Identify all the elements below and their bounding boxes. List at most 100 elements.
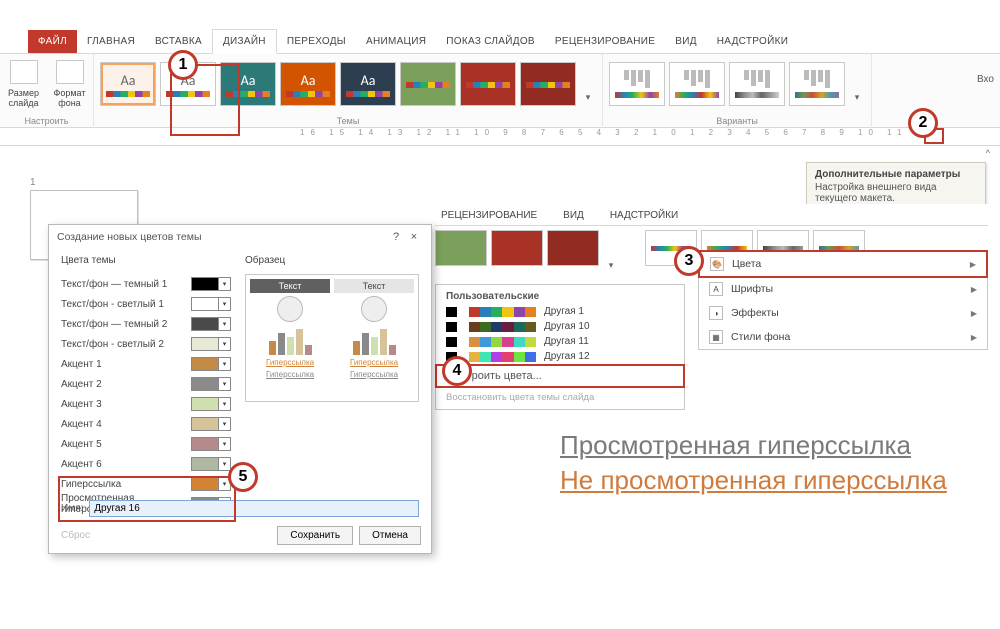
tab-slideshow[interactable]: ПОКАЗ СЛАЙДОВ — [436, 30, 545, 53]
sample-caption: Текст — [334, 279, 414, 293]
subtab-view[interactable]: ВИД — [557, 206, 590, 225]
theme-thumbnail[interactable] — [460, 62, 516, 106]
color-dropdown-button[interactable]: ▾ — [219, 337, 231, 351]
dialog-help-button[interactable]: ? — [387, 231, 405, 243]
theme-colors-label: Цвета темы — [61, 255, 231, 266]
color-dropdown-button[interactable]: ▾ — [219, 437, 231, 451]
custom-color-label: Другая 10 — [544, 321, 590, 332]
customize-colors-item[interactable]: Настроить цвета... — [435, 364, 685, 388]
color-picker-row: Акцент 4▾ — [61, 414, 231, 434]
theme-thumbnail[interactable] — [520, 62, 576, 106]
sample-preview: ТекстГиперссылкаГиперссылка ТекстГиперсс… — [245, 274, 419, 402]
color-row-label: Акцент 2 — [61, 379, 102, 390]
menu-fonts-label: Шрифты — [731, 283, 773, 295]
color-row-label: Текст/фон — темный 1 — [61, 279, 167, 290]
color-picker-row: Текст/фон - светлый 1▾ — [61, 294, 231, 314]
subtab-review[interactable]: РЕЦЕНЗИРОВАНИЕ — [435, 206, 543, 225]
variant-thumbnail[interactable] — [789, 62, 845, 106]
callout-frame-5 — [58, 476, 236, 522]
format-bg-button[interactable]: Формат фона — [49, 58, 91, 110]
reset-button[interactable]: Сброс — [61, 530, 90, 541]
callout-badge-3: 3 — [674, 246, 704, 276]
tab-transitions[interactable]: ПЕРЕХОДЫ — [277, 30, 356, 53]
tab-animations[interactable]: АНИМАЦИЯ — [356, 30, 436, 53]
color-swatch[interactable] — [191, 337, 219, 351]
tab-file[interactable]: ФАЙЛ — [28, 30, 77, 53]
sample-label: Образец — [245, 255, 419, 266]
variants-gallery[interactable]: ▾ — [609, 58, 865, 106]
color-dropdown-button[interactable]: ▾ — [219, 277, 231, 291]
tab-design[interactable]: ДИЗАЙН — [212, 29, 277, 54]
slide-size-label: Размер слайда — [8, 88, 39, 108]
colors-submenu-header: Пользовательские — [436, 285, 684, 304]
menu-bg-styles-label: Стили фона — [731, 331, 790, 343]
chevron-right-icon: ▶ — [971, 309, 977, 318]
cancel-button[interactable]: Отмена — [359, 526, 421, 545]
variant-thumbnail[interactable] — [729, 62, 785, 106]
tab-review[interactable]: РЕЦЕНЗИРОВАНИЕ — [545, 30, 665, 53]
menu-colors[interactable]: 🎨Цвета▶ — [698, 250, 988, 278]
secondary-ribbon: РЕЦЕНЗИРОВАНИЕ ВИД НАДСТРОЙКИ ▾ ▾ 🎨Цвета… — [435, 204, 988, 274]
color-swatch[interactable] — [191, 417, 219, 431]
color-dropdown-button[interactable]: ▾ — [219, 357, 231, 371]
color-dropdown-button[interactable]: ▾ — [219, 317, 231, 331]
theme-thumbnail[interactable]: Aa — [100, 62, 156, 106]
tab-home[interactable]: ГЛАВНАЯ — [77, 30, 145, 53]
color-swatch[interactable] — [191, 377, 219, 391]
color-dropdown-button[interactable]: ▾ — [219, 297, 231, 311]
tooltip-body: Настройка внешнего вида текущего макета. — [815, 182, 937, 204]
color-row-label: Акцент 3 — [61, 399, 102, 410]
callout-badge-1: 1 — [168, 50, 198, 80]
color-picker-row: Акцент 3 ▾ — [61, 394, 231, 414]
secondary-tabs: РЕЦЕНЗИРОВАНИЕ ВИД НАДСТРОЙКИ — [435, 204, 988, 226]
color-swatch[interactable] — [191, 397, 219, 411]
tab-addins[interactable]: НАДСТРОЙКИ — [707, 30, 798, 53]
variant-thumbnail[interactable] — [609, 62, 665, 106]
tab-view[interactable]: ВИД — [665, 30, 707, 53]
color-swatch[interactable] — [191, 317, 219, 331]
theme-thumbnail[interactable] — [547, 230, 599, 266]
slide-number: 1 — [30, 177, 36, 188]
save-button[interactable]: Сохранить — [277, 526, 353, 545]
subtab-addins[interactable]: НАДСТРОЙКИ — [604, 206, 684, 225]
color-swatch[interactable] — [191, 297, 219, 311]
account-label: Вхо — [977, 74, 994, 85]
slide-size-button[interactable]: Размер слайда — [3, 58, 45, 110]
format-bg-label: Формат фона — [54, 88, 86, 108]
themes-more-button[interactable]: ▾ — [580, 62, 596, 106]
variant-thumbnail[interactable] — [669, 62, 725, 106]
color-dropdown-button[interactable]: ▾ — [219, 397, 231, 411]
color-swatch[interactable] — [191, 277, 219, 291]
theme-thumbnail[interactable] — [435, 230, 487, 266]
theme-thumbnail[interactable]: Aa — [340, 62, 396, 106]
color-row-label: Акцент 6 — [61, 459, 102, 470]
font-icon: A — [709, 282, 723, 296]
variants-more-button[interactable]: ▾ — [849, 62, 865, 106]
menu-bg-styles[interactable]: ▦Стили фона▶ — [699, 325, 987, 349]
color-dropdown-button[interactable]: ▾ — [219, 417, 231, 431]
custom-color-row[interactable]: Другая 10 — [436, 319, 684, 334]
theme-thumbnail[interactable] — [491, 230, 543, 266]
dialog-title: Создание новых цветов темы — [57, 231, 202, 243]
unvisited-hyperlink-text: Не просмотренная гиперссылка — [560, 463, 947, 498]
color-dropdown-button[interactable]: ▾ — [219, 377, 231, 391]
group-variants-label: Варианты — [603, 116, 871, 126]
menu-effects[interactable]: ◑Эффекты▶ — [699, 301, 987, 325]
color-swatch[interactable] — [191, 437, 219, 451]
custom-color-label: Другая 12 — [544, 351, 590, 362]
ribbon: Размер слайда Формат фона Настроить Aa A… — [0, 54, 1000, 128]
theme-thumbnail[interactable] — [400, 62, 456, 106]
custom-color-row[interactable]: Другая 11 — [436, 334, 684, 349]
color-swatch[interactable] — [191, 457, 219, 471]
theme-thumbnail[interactable]: Aa — [280, 62, 336, 106]
color-swatch[interactable] — [191, 357, 219, 371]
collapse-ribbon-icon[interactable]: ^ — [986, 148, 990, 158]
custom-color-row[interactable]: Другая 12 — [436, 349, 684, 364]
menu-fonts[interactable]: AШрифты▶ — [699, 277, 987, 301]
color-row-label: Текст/фон — темный 2 — [61, 319, 167, 330]
horizontal-ruler: 16 15 14 13 12 11 10 9 8 7 6 5 4 3 2 1 0… — [0, 128, 1000, 146]
dialog-close-button[interactable]: × — [405, 231, 423, 243]
callout-badge-4: 4 — [442, 356, 472, 386]
custom-color-row[interactable]: Другая 1 — [436, 304, 684, 319]
themes-more-button[interactable]: ▾ — [603, 230, 619, 274]
